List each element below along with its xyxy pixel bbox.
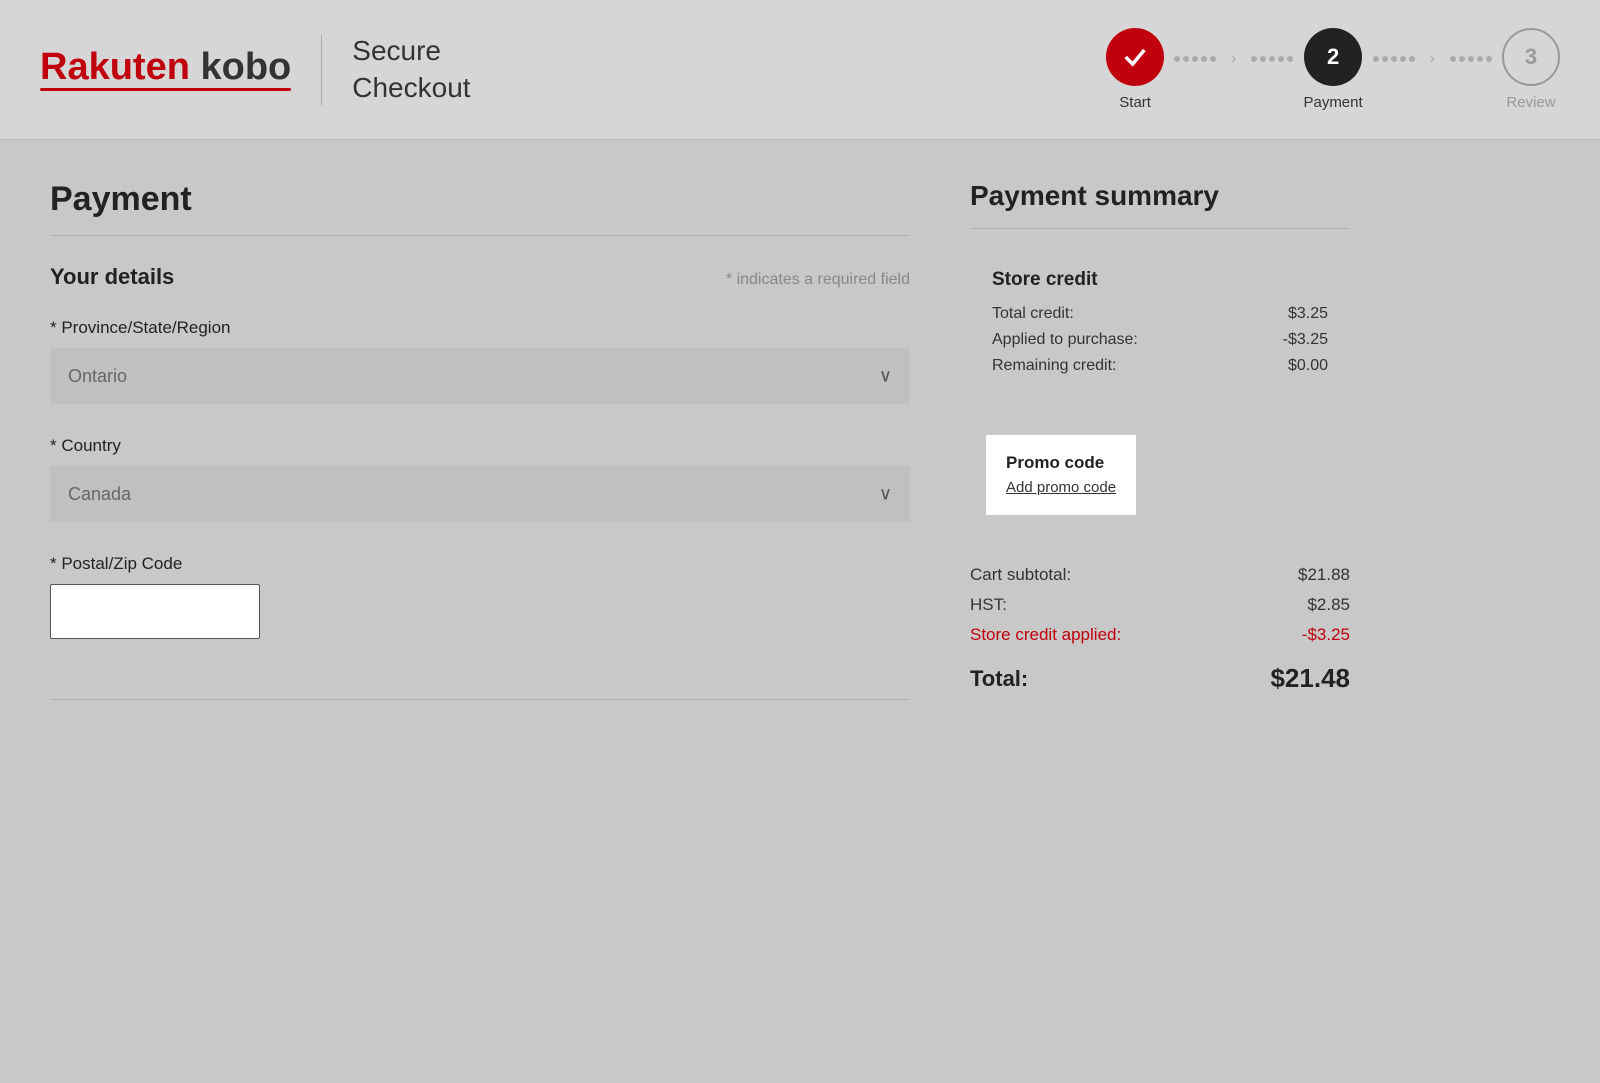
cart-subtotal-label: Cart subtotal: <box>970 565 1071 585</box>
remaining-label: Remaining credit: <box>992 357 1117 375</box>
dot <box>1382 56 1388 62</box>
hst-value: $2.85 <box>1307 595 1350 615</box>
total-credit-label: Total credit: <box>992 305 1074 323</box>
cart-subtotal-value: $21.88 <box>1298 565 1350 585</box>
step-dots-1 <box>1174 56 1216 84</box>
summary-title: Payment summary <box>970 180 1350 212</box>
dot <box>1210 56 1216 62</box>
province-select-wrapper[interactable]: Ontario British Columbia Alberta Quebec … <box>50 348 910 404</box>
dot <box>1269 56 1275 62</box>
country-label: * Country <box>50 436 910 456</box>
dot <box>1183 56 1189 62</box>
dot <box>1391 56 1397 62</box>
dot <box>1450 56 1456 62</box>
step-start: Start <box>1106 28 1164 111</box>
country-field-group: * Country Canada United States United Ki… <box>50 436 910 522</box>
your-details-label: Your details <box>50 264 174 290</box>
credit-applied-label: Store credit applied: <box>970 625 1121 645</box>
step-start-circle <box>1106 28 1164 86</box>
applied-row: Applied to purchase: -$3.25 <box>992 331 1328 349</box>
payment-title: Payment <box>50 180 910 219</box>
province-select[interactable]: Ontario British Columbia Alberta Quebec <box>50 348 910 404</box>
step-payment-number: 2 <box>1327 44 1339 70</box>
store-credit-box: Store credit Total credit: $3.25 Applied… <box>970 249 1350 403</box>
step-payment: 2 Payment <box>1303 28 1362 111</box>
step-payment-label: Payment <box>1303 94 1362 111</box>
province-field-group: * Province/State/Region Ontario British … <box>50 318 910 404</box>
step-dots-1b <box>1251 56 1293 84</box>
step-arrow-1: › <box>1231 50 1236 90</box>
dot <box>1192 56 1198 62</box>
step-start-label: Start <box>1119 94 1151 111</box>
dot <box>1459 56 1465 62</box>
credit-applied-value: -$3.25 <box>1302 625 1350 645</box>
total-credit-row: Total credit: $3.25 <box>992 305 1328 323</box>
add-promo-link[interactable]: Add promo code <box>1006 479 1116 496</box>
postal-input[interactable] <box>50 584 260 639</box>
remaining-value: $0.00 <box>1288 357 1328 375</box>
dot <box>1251 56 1257 62</box>
header: Rakuten kobo SecureCheckout Start › <box>0 0 1600 140</box>
step-dots-2 <box>1373 56 1415 84</box>
dot <box>1260 56 1266 62</box>
step-payment-circle: 2 <box>1304 28 1362 86</box>
bottom-divider <box>50 699 910 700</box>
main-content: Payment Your details * indicates a requi… <box>0 140 1600 768</box>
dot <box>1278 56 1284 62</box>
header-divider <box>321 35 322 105</box>
right-panel: Payment summary Store credit Total credi… <box>970 180 1350 728</box>
dot <box>1174 56 1180 62</box>
applied-label: Applied to purchase: <box>992 331 1138 349</box>
step-review-label: Review <box>1506 94 1555 111</box>
step-dots-2b <box>1450 56 1492 84</box>
logo: Rakuten kobo <box>40 48 291 91</box>
promo-section: Promo code Add promo code <box>970 419 1350 555</box>
dot <box>1400 56 1406 62</box>
check-icon <box>1121 43 1149 71</box>
applied-value: -$3.25 <box>1283 331 1328 349</box>
checkout-steps: Start › 2 Payment <box>1106 28 1560 111</box>
store-credit-title: Store credit <box>992 269 1328 291</box>
postal-label: * Postal/Zip Code <box>50 554 910 574</box>
required-note: * indicates a required field <box>726 271 910 289</box>
payment-section-divider <box>50 235 910 236</box>
cart-subtotal-row: Cart subtotal: $21.88 <box>970 565 1350 585</box>
credit-applied-row: Store credit applied: -$3.25 <box>970 625 1350 645</box>
left-panel: Payment Your details * indicates a requi… <box>50 180 910 728</box>
total-row: Total: $21.48 <box>970 663 1350 694</box>
dot <box>1468 56 1474 62</box>
step-arrow-2: › <box>1430 50 1435 90</box>
logo-text: Rakuten kobo <box>40 48 291 86</box>
province-label: * Province/State/Region <box>50 318 910 338</box>
total-value: $21.48 <box>1270 663 1350 694</box>
hst-row: HST: $2.85 <box>970 595 1350 615</box>
remaining-row: Remaining credit: $0.00 <box>992 357 1328 375</box>
summary-rows: Cart subtotal: $21.88 HST: $2.85 Store c… <box>970 565 1350 645</box>
dot <box>1409 56 1415 62</box>
dot <box>1201 56 1207 62</box>
logo-kobo: kobo <box>200 46 291 88</box>
promo-box: Promo code Add promo code <box>986 435 1136 515</box>
summary-divider <box>970 228 1350 229</box>
dot <box>1477 56 1483 62</box>
dot <box>1486 56 1492 62</box>
logo-wordmark: Rakuten kobo <box>40 48 291 91</box>
total-label: Total: <box>970 666 1028 692</box>
dot <box>1373 56 1379 62</box>
total-credit-value: $3.25 <box>1288 305 1328 323</box>
step-review: 3 Review <box>1502 28 1560 111</box>
step-review-number: 3 <box>1525 44 1537 70</box>
promo-title: Promo code <box>1006 453 1116 473</box>
your-details-row: Your details * indicates a required fiel… <box>50 264 910 290</box>
postal-field-group: * Postal/Zip Code <box>50 554 910 639</box>
hst-label: HST: <box>970 595 1007 615</box>
step-review-circle: 3 <box>1502 28 1560 86</box>
country-select[interactable]: Canada United States United Kingdom <box>50 466 910 522</box>
country-select-wrapper[interactable]: Canada United States United Kingdom ∨ <box>50 466 910 522</box>
dot <box>1287 56 1293 62</box>
secure-checkout-title: SecureCheckout <box>352 33 470 106</box>
logo-underline <box>40 88 291 91</box>
